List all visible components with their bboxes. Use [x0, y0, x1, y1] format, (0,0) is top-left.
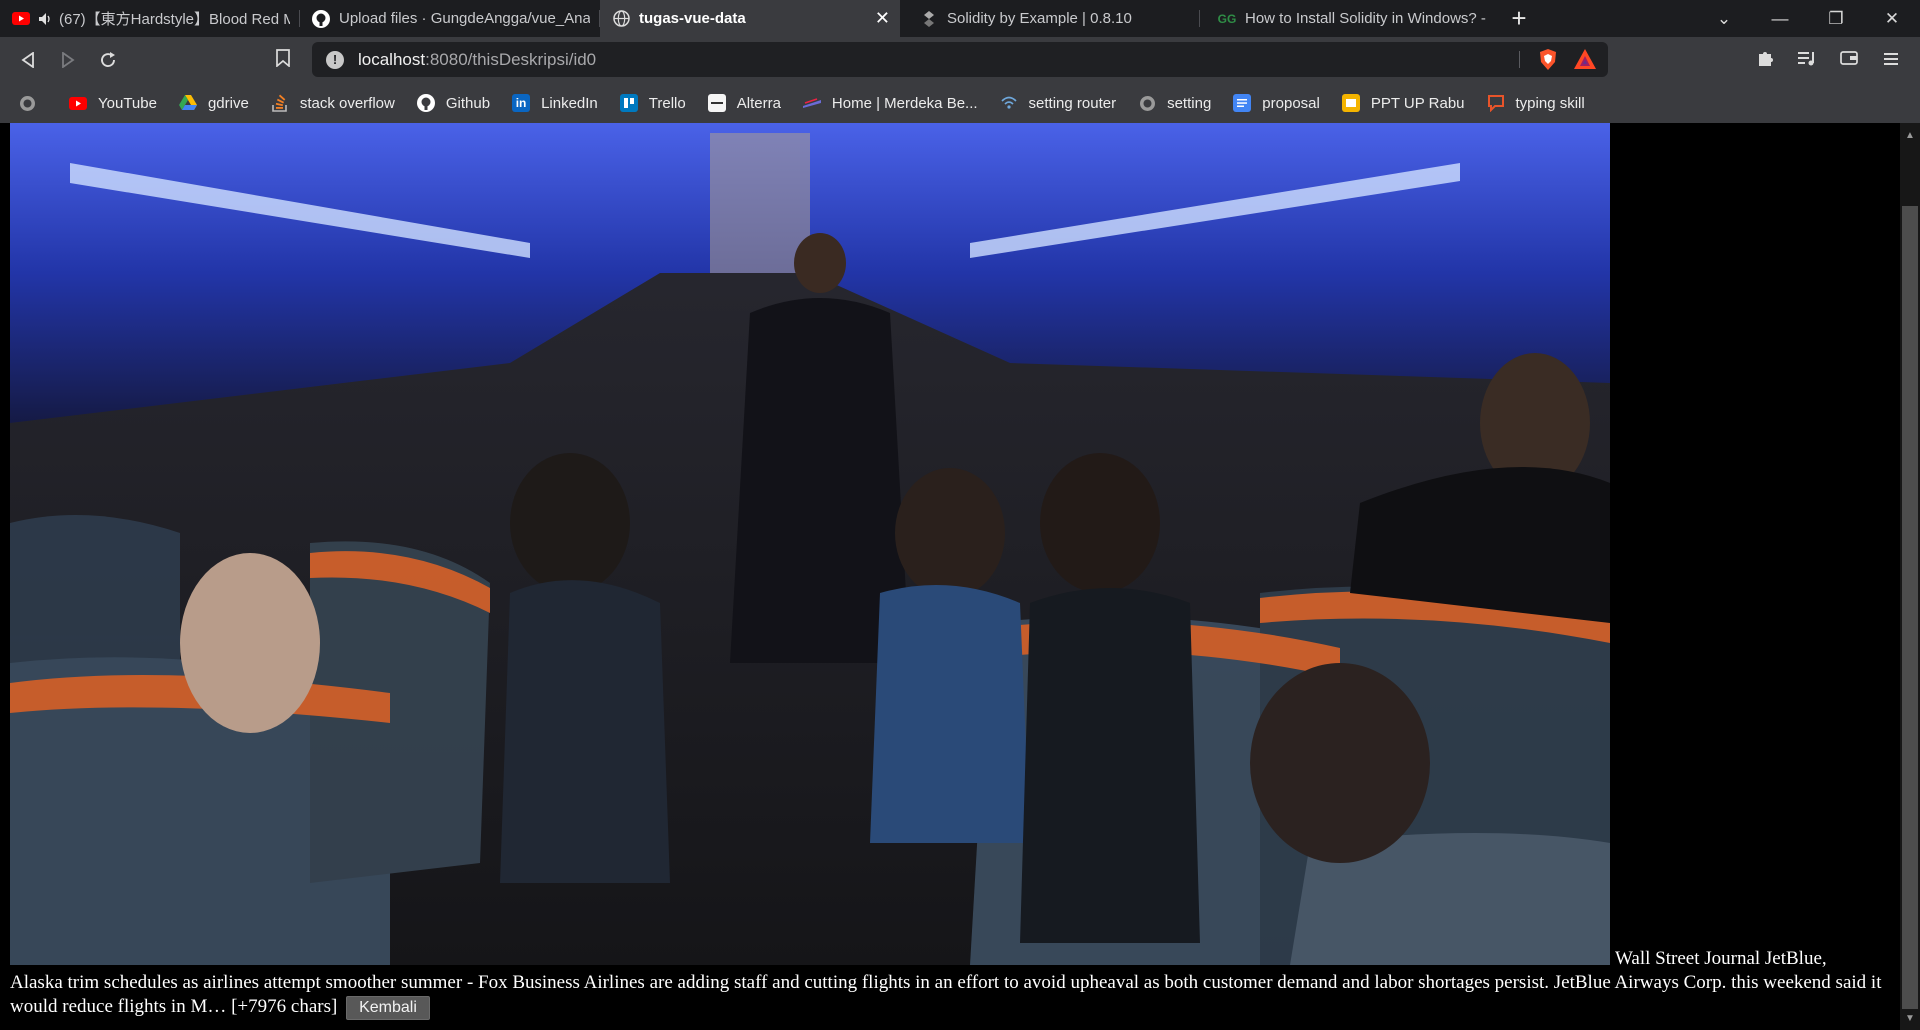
- close-window-button[interactable]: ✕: [1864, 9, 1920, 29]
- tab-tugas-vue-data[interactable]: tugas-vue-data ✕: [600, 0, 900, 37]
- bookmark-stack-overflow[interactable]: stack overflow: [271, 94, 395, 112]
- github-icon: [416, 94, 435, 112]
- toolbar-right-actions: [1744, 37, 1920, 83]
- tab-solidity-by-example[interactable]: Solidity by Example | 0.8.10: [900, 0, 1200, 37]
- close-tab-icon[interactable]: ✕: [875, 8, 890, 29]
- article-detail: Wall Street Journal JetBlue, Alaska trim…: [10, 123, 1896, 1020]
- globe-icon: [1138, 94, 1156, 112]
- globe-icon: [612, 10, 630, 28]
- bookmark-ppt-up-rabu[interactable]: PPT UP Rabu: [1341, 94, 1465, 112]
- tab-search-chevron-icon[interactable]: ⌄: [1696, 9, 1752, 29]
- wifi-icon: [1000, 94, 1018, 112]
- bookmark-label: Home | Merdeka Be...: [831, 94, 978, 112]
- bookmark-page-button[interactable]: [276, 49, 290, 72]
- tab-strip: (67)【東方Hardstyle】Blood Red M Upload file…: [0, 0, 1920, 37]
- reload-icon: [101, 52, 115, 67]
- tab-title: (67)【東方Hardstyle】Blood Red M: [59, 11, 290, 28]
- new-tab-button[interactable]: +: [1500, 0, 1538, 37]
- globe-icon: [18, 94, 36, 112]
- bookmark-proposal[interactable]: proposal: [1233, 94, 1320, 112]
- docs-icon: [1233, 94, 1252, 112]
- address-bar[interactable]: ! localhost:8080/thisDeskripsi/id0: [312, 42, 1608, 77]
- alterra-icon: [707, 94, 726, 112]
- page-scrollbar[interactable]: ▲ ▼: [1900, 123, 1920, 1030]
- tab-title: Solidity by Example | 0.8.10: [947, 10, 1132, 27]
- article-body: Alaska trim schedules as airlines attemp…: [10, 972, 1882, 1017]
- speaker-icon[interactable]: [39, 10, 53, 28]
- bookmark-trello[interactable]: Trello: [619, 94, 686, 112]
- bookmark-label: gdrive: [207, 94, 249, 112]
- bookmark-label: Github: [445, 94, 491, 112]
- forward-button[interactable]: [48, 40, 88, 80]
- bookmark-label: YouTube: [98, 94, 157, 112]
- bookmark-gdrive[interactable]: gdrive: [178, 94, 249, 112]
- address-divider: [1519, 51, 1520, 68]
- site-info-icon[interactable]: !: [326, 50, 344, 69]
- forward-arrow-icon: [62, 52, 75, 68]
- bookmark-github[interactable]: Github: [416, 94, 491, 112]
- bookmarks-bar: YouTube gdrive stack overflow Github in …: [0, 83, 1920, 123]
- minimize-button[interactable]: —: [1752, 9, 1808, 29]
- youtube-icon: [69, 94, 87, 112]
- bookmark-label: setting router: [1028, 94, 1117, 112]
- wallet-icon[interactable]: [1828, 50, 1870, 71]
- chat-icon: [1487, 94, 1505, 112]
- stackoverflow-icon: [271, 94, 289, 112]
- google-drive-icon: [178, 94, 197, 112]
- solidity-icon: [920, 10, 938, 28]
- scroll-up-arrow-icon[interactable]: ▲: [1900, 125, 1920, 145]
- extensions-puzzle-icon[interactable]: [1744, 49, 1786, 72]
- bookmark-youtube[interactable]: YouTube: [69, 94, 157, 112]
- tab-title: How to Install Solidity in Windows? - G: [1245, 10, 1490, 27]
- restore-button[interactable]: ❐: [1808, 9, 1864, 29]
- back-button-kembali[interactable]: Kembali: [346, 995, 430, 1020]
- bookmark-label: stack overflow: [299, 94, 395, 112]
- window-controls: ⌄ — ❐ ✕: [1696, 0, 1920, 37]
- bookmark-label: proposal: [1262, 94, 1320, 112]
- slides-icon: [1341, 94, 1360, 112]
- article-caption: Wall Street Journal JetBlue,: [1615, 948, 1827, 969]
- menu-hamburger-icon[interactable]: [1870, 50, 1912, 71]
- article-image: [10, 123, 1610, 965]
- tab-youtube[interactable]: (67)【東方Hardstyle】Blood Red M: [0, 0, 300, 37]
- bookmark-merdeka[interactable]: Home | Merdeka Be...: [802, 94, 978, 112]
- bookmark-typing-skill[interactable]: typing skill: [1487, 94, 1585, 112]
- page-content: Wall Street Journal JetBlue, Alaska trim…: [0, 123, 1920, 1030]
- bookmark-label: Alterra: [736, 94, 781, 112]
- back-button[interactable]: [8, 40, 48, 80]
- tab-title: Upload files · GungdeAngga/vue_Anal: [339, 10, 590, 27]
- bookmark-label: PPT UP Rabu: [1370, 94, 1465, 112]
- bookmark-icon: [276, 49, 290, 68]
- bookmark-label: setting: [1167, 94, 1212, 112]
- article-body-block: Alaska trim schedules as airlines attemp…: [10, 971, 1890, 1020]
- reload-button[interactable]: [88, 40, 128, 80]
- tab-install-solidity[interactable]: GG How to Install Solidity in Windows? -…: [1200, 0, 1500, 37]
- bookmark-linkedin[interactable]: in LinkedIn: [512, 94, 598, 112]
- linkedin-icon: in: [512, 94, 531, 112]
- url-host: localhost: [358, 49, 426, 69]
- youtube-icon: [12, 10, 30, 28]
- github-icon: [312, 9, 330, 28]
- bookmark-label: typing skill: [1515, 94, 1585, 112]
- url-path: :8080/thisDeskripsi/id0: [425, 49, 597, 69]
- bookmark-setting-router[interactable]: setting router: [1000, 94, 1117, 112]
- bookmark-globe[interactable]: [18, 94, 47, 112]
- trello-icon: [619, 94, 638, 112]
- merdeka-icon: [802, 94, 821, 112]
- tab-title: tugas-vue-data: [639, 10, 746, 27]
- bookmark-setting[interactable]: setting: [1138, 94, 1211, 112]
- brave-shields-icon[interactable]: [1538, 49, 1558, 70]
- media-playlist-icon[interactable]: [1786, 50, 1828, 71]
- gfg-icon: GG: [1217, 11, 1237, 26]
- back-arrow-icon: [21, 52, 34, 68]
- bookmark-label: Trello: [648, 94, 686, 112]
- scrollbar-thumb[interactable]: [1902, 206, 1918, 1009]
- scroll-down-arrow-icon[interactable]: ▼: [1900, 1008, 1920, 1028]
- bookmark-label: LinkedIn: [541, 94, 598, 112]
- bookmark-alterra[interactable]: Alterra: [707, 94, 781, 112]
- brave-rewards-icon[interactable]: [1574, 49, 1596, 69]
- tab-github-upload[interactable]: Upload files · GungdeAngga/vue_Anal: [300, 0, 600, 37]
